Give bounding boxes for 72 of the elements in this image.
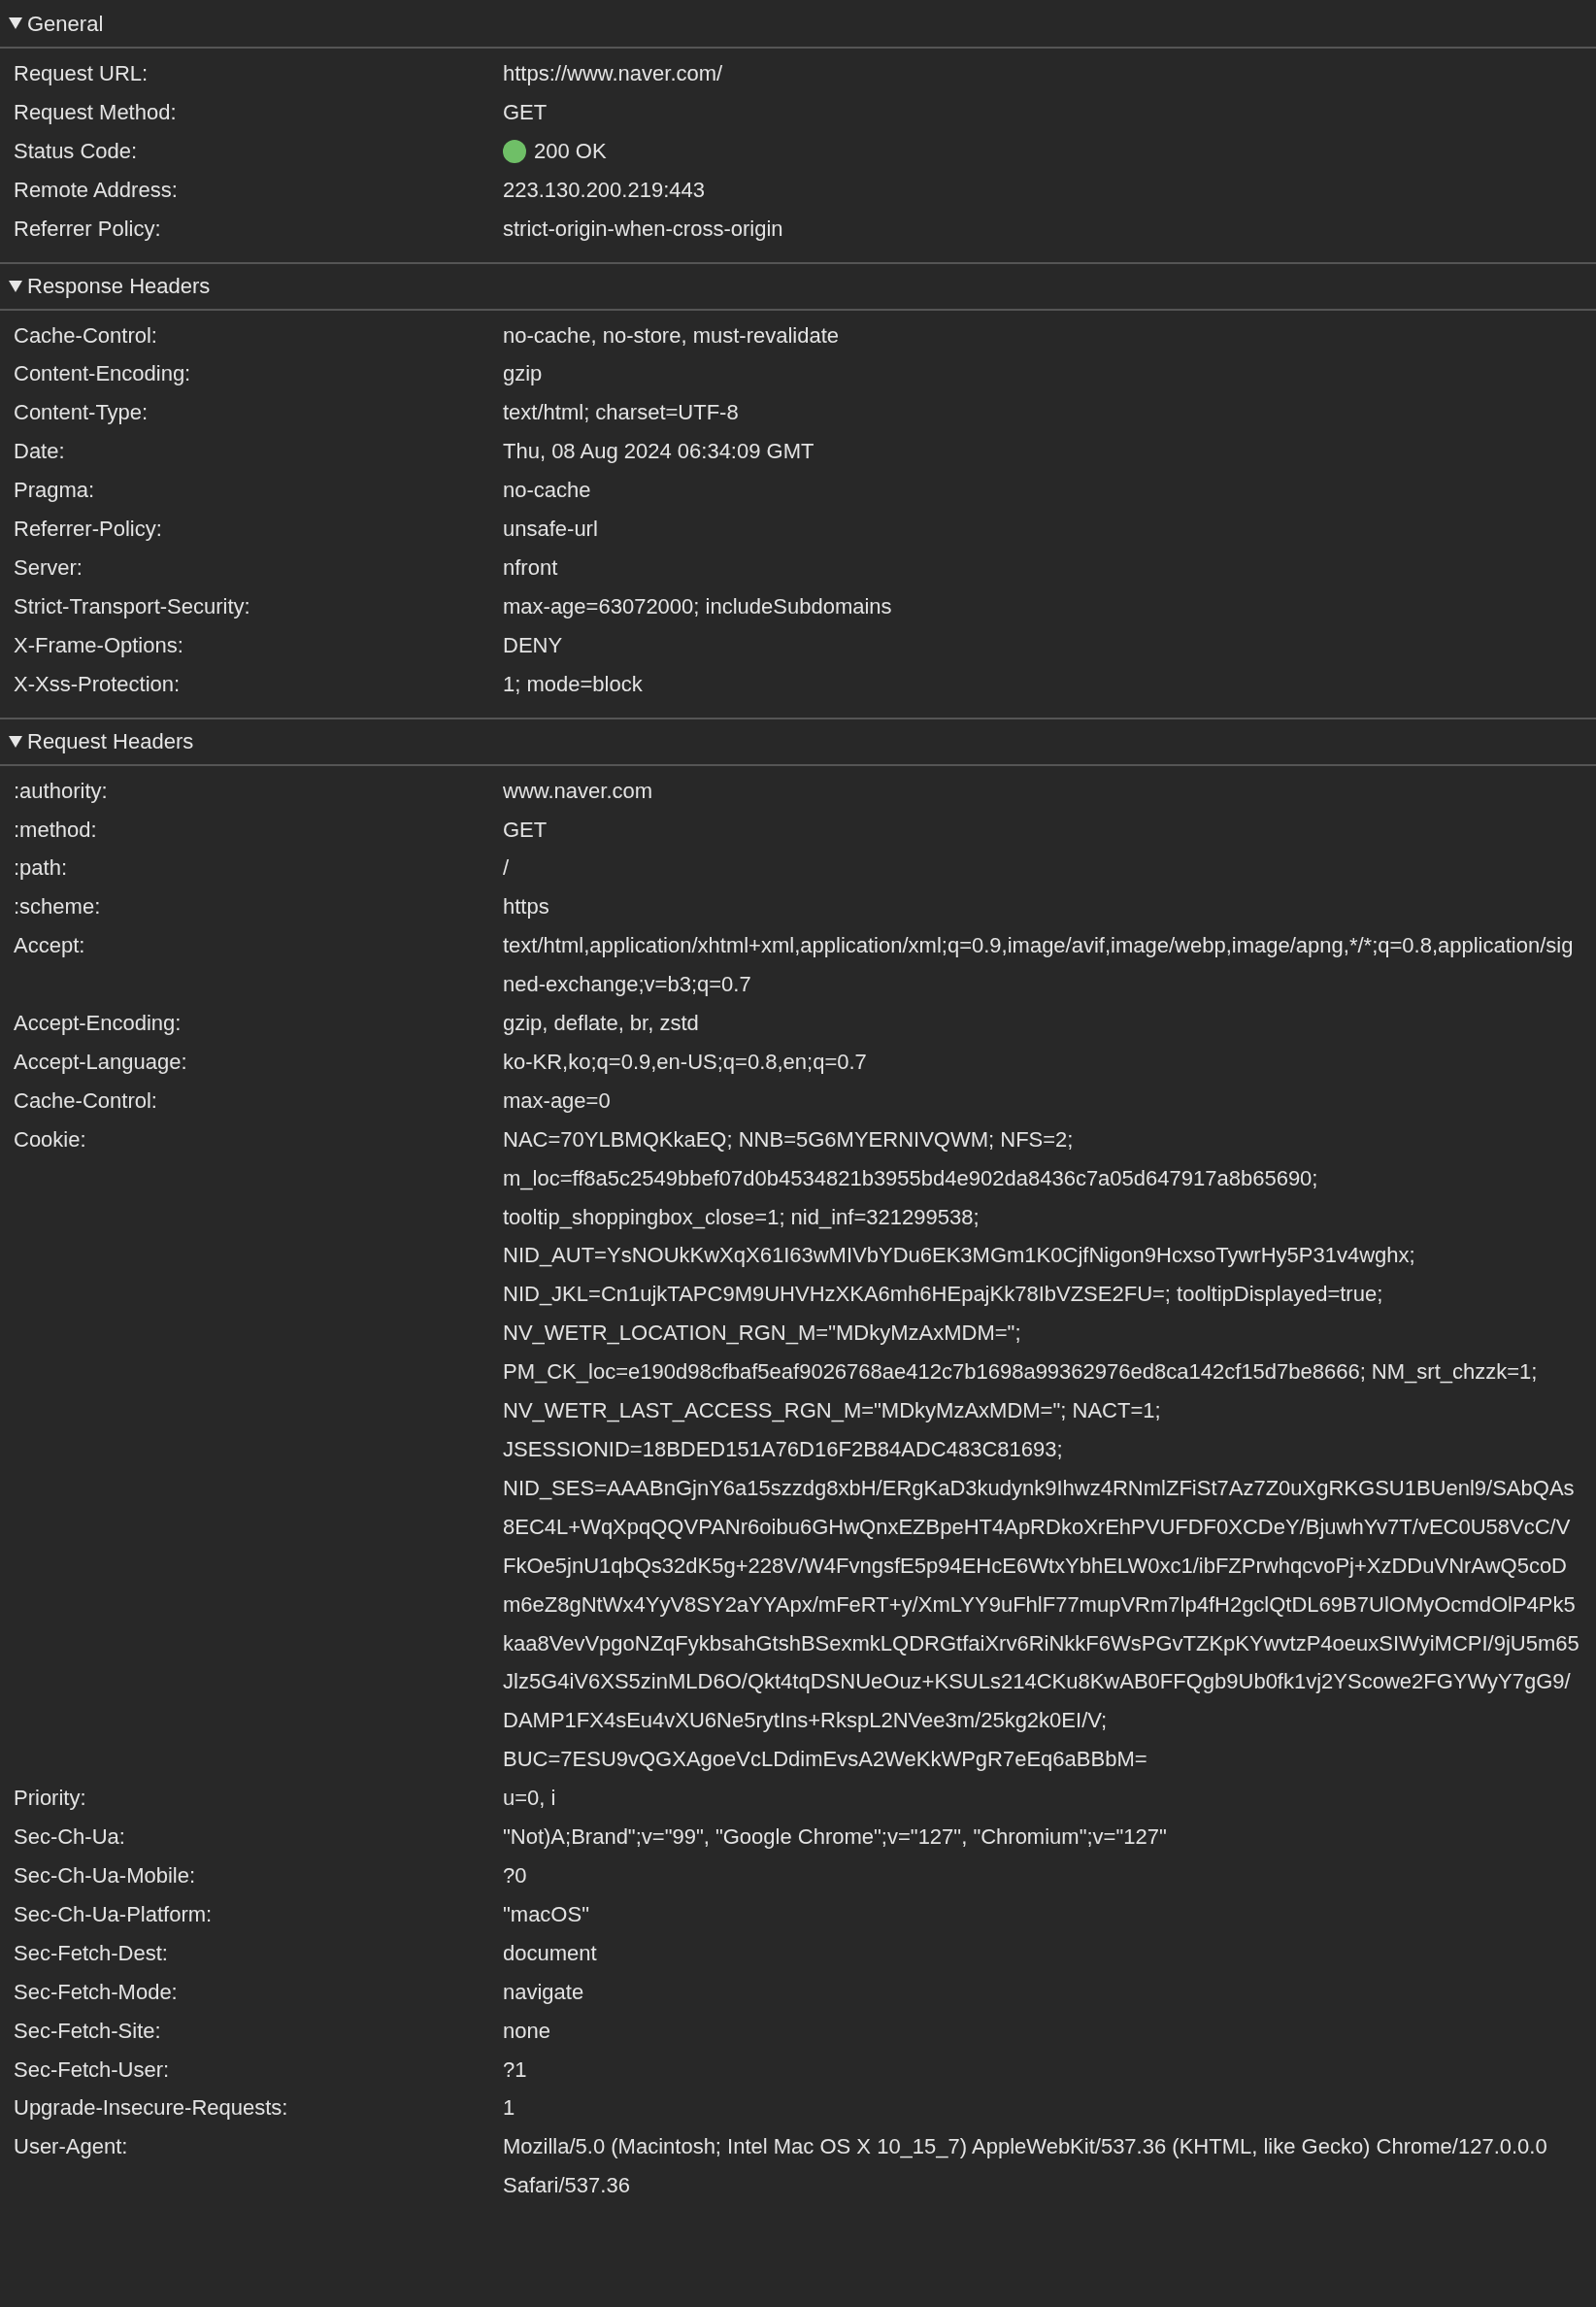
header-value: unsafe-url	[503, 516, 598, 544]
header-value: https://www.naver.com/	[503, 60, 723, 87]
header-name: X-Frame-Options:	[14, 631, 184, 659]
header-name: Sec-Fetch-Mode:	[14, 1978, 179, 2006]
header-value: max-age=0	[503, 1087, 611, 1115]
header-name: Request URL:	[14, 60, 150, 87]
header-name: Pragma:	[14, 477, 96, 505]
header-name: Cookie:	[14, 1125, 87, 1154]
header-name: Content-Encoding:	[14, 360, 192, 388]
header-name: Remote Address:	[14, 176, 179, 204]
header-value: no-cache	[503, 477, 591, 505]
header-value: GET	[503, 98, 548, 126]
header-name: Sec-Ch-Ua-Platform:	[14, 1900, 214, 1928]
header-name: Sec-Fetch-User:	[14, 2056, 171, 2084]
header-name: Priority:	[14, 1785, 87, 1813]
header-name: Accept-Language:	[14, 1048, 188, 1076]
header-name: Upgrade-Insecure-Requests:	[14, 2094, 289, 2123]
header-name: :path:	[14, 854, 69, 883]
header-name: Sec-Fetch-Dest:	[14, 1939, 169, 1967]
header-name: Cache-Control:	[14, 321, 158, 350]
header-value: 1; mode=block	[503, 670, 643, 698]
header-value: strict-origin-when-cross-origin	[503, 215, 783, 243]
header-value: Mozilla/5.0 (Macintosh; Intel Mac OS X 10_15_7) AppleWebKit/537.36 (KHTML, like Gecko) Chrome/127.0.0.0 Safari/537.36	[503, 2133, 1548, 2200]
section-header[interactable]: General	[0, 0, 1596, 49]
header-value: ?0	[503, 1861, 527, 1889]
header-name: Sec-Fetch-Site:	[14, 2017, 162, 2045]
header-value: "macOS"	[503, 1900, 589, 1928]
header-name: Referrer Policy:	[14, 215, 162, 243]
header-name: Sec-Ch-Ua-Mobile:	[14, 1861, 197, 1889]
header-value: u=0, i	[503, 1785, 556, 1813]
header-value: max-age=63072000; includeSubdomains	[503, 592, 892, 620]
header-name: Referrer-Policy:	[14, 516, 163, 544]
header-value: 1	[503, 2094, 515, 2123]
header-value: GET	[503, 816, 548, 844]
header-value: gzip, deflate, br, zstd	[503, 1010, 699, 1038]
disclosure-triangle-icon[interactable]	[8, 734, 23, 749]
header-value: Thu, 08 Aug 2024 06:34:09 GMT	[503, 438, 815, 466]
header-name: User-Agent:	[14, 2133, 129, 2161]
header-name: Request Method:	[14, 98, 178, 126]
header-value: navigate	[503, 1978, 584, 2006]
header-name: Strict-Transport-Security:	[14, 592, 251, 620]
header-value: ko-KR,ko;q=0.9,en-US;q=0.8,en;q=0.7	[503, 1048, 867, 1076]
header-value: nfront	[503, 553, 558, 582]
section-header[interactable]: Request Headers	[0, 717, 1596, 766]
header-value: ?1	[503, 2056, 527, 2084]
header-value: gzip	[503, 360, 543, 388]
header-name: Status Code:	[14, 137, 139, 165]
header-value: "Not)A;Brand";v="99", "Google Chrome";v="127", "Chromium";v="127"	[503, 1823, 1167, 1852]
header-value: no-cache, no-store, must-revalidate	[503, 321, 840, 350]
header-name: X-Xss-Protection:	[14, 670, 182, 698]
header-name: Server:	[14, 553, 83, 582]
header-name: Date:	[14, 438, 66, 466]
header-value: 223.130.200.219:443	[503, 176, 705, 204]
header-value: /	[503, 854, 510, 883]
header-name: Content-Type:	[14, 399, 150, 427]
header-value: document	[503, 1939, 597, 1967]
header-name: Accept-Encoding:	[14, 1010, 183, 1038]
header-value: DENY	[503, 631, 563, 659]
section-header[interactable]: Response Headers	[0, 261, 1596, 311]
header-name: :scheme:	[14, 893, 102, 921]
header-value: none	[503, 2017, 550, 2045]
header-value: www.naver.com	[503, 777, 653, 805]
header-name: Accept:	[14, 932, 86, 960]
header-name: :authority:	[14, 777, 109, 805]
disclosure-triangle-icon[interactable]	[8, 17, 23, 30]
header-name: :method:	[14, 816, 98, 844]
header-name: Sec-Ch-Ua:	[14, 1823, 126, 1852]
disclosure-triangle-icon[interactable]	[8, 279, 23, 293]
header-name: Cache-Control:	[14, 1087, 158, 1115]
header-value: text/html; charset=UTF-8	[503, 399, 739, 427]
header-value: 200 OK	[534, 137, 607, 165]
header-value: https	[503, 893, 549, 921]
